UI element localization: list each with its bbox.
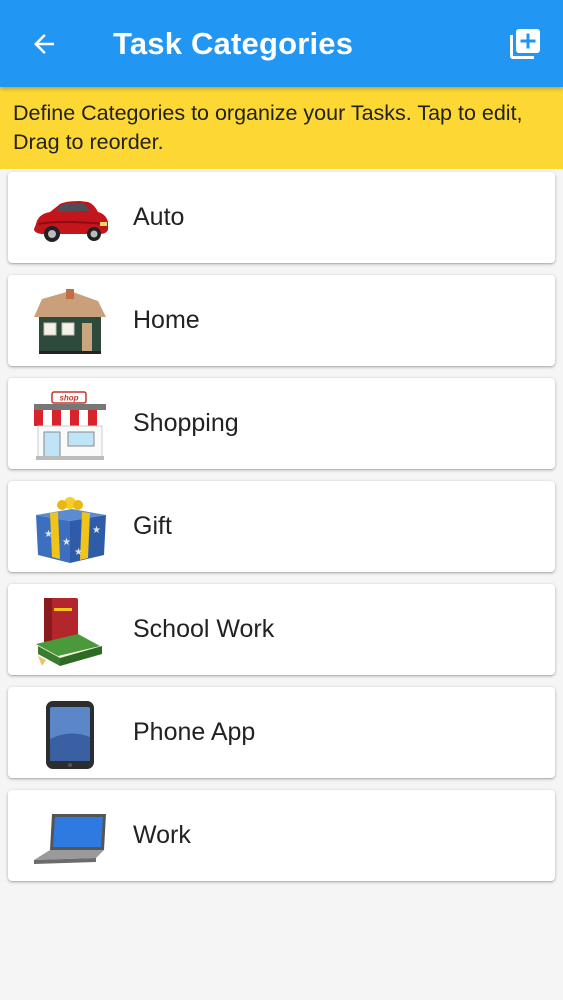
category-card-gift[interactable]: ★ ★ ★ ★ Gift: [8, 481, 555, 572]
category-card-school-work[interactable]: School Work: [8, 584, 555, 675]
page-title: Task Categories: [113, 26, 354, 61]
back-button[interactable]: [22, 22, 66, 66]
books-icon: [36, 598, 102, 666]
category-card-work[interactable]: Work: [8, 790, 555, 881]
car-icon: [34, 201, 108, 242]
library-add-icon: [510, 29, 540, 59]
gift-icon: ★ ★ ★ ★: [36, 497, 106, 563]
shop-icon: shop: [34, 391, 106, 460]
svg-text:★: ★: [92, 525, 101, 536]
category-label: Gift: [133, 512, 172, 540]
category-label: Work: [133, 821, 191, 849]
laptop-icon: [34, 814, 106, 864]
help-banner: Define Categories to organize your Tasks…: [0, 87, 563, 169]
category-card-shopping[interactable]: shop Shopping: [8, 378, 555, 469]
house-icon: [34, 289, 106, 354]
category-label: School Work: [133, 615, 275, 643]
category-card-phone-app[interactable]: Phone App: [8, 687, 555, 778]
category-card-auto[interactable]: Auto: [8, 172, 555, 263]
category-label: Shopping: [133, 409, 239, 437]
svg-text:★: ★: [44, 529, 53, 540]
add-category-button[interactable]: [505, 24, 545, 64]
smartphone-icon: [46, 701, 94, 769]
category-label: Phone App: [133, 718, 256, 746]
shop-sign-text: shop: [59, 394, 78, 403]
category-list: Auto Home shop Shopping ★ ★ ★ ★ Gift Sch…: [0, 172, 563, 893]
category-label: Auto: [133, 203, 185, 231]
arrow-back-icon: [34, 34, 54, 54]
app-bar: Task Categories: [0, 0, 563, 87]
svg-text:★: ★: [74, 547, 83, 558]
category-card-home[interactable]: Home: [8, 275, 555, 366]
svg-text:★: ★: [62, 537, 71, 548]
category-label: Home: [133, 306, 200, 334]
